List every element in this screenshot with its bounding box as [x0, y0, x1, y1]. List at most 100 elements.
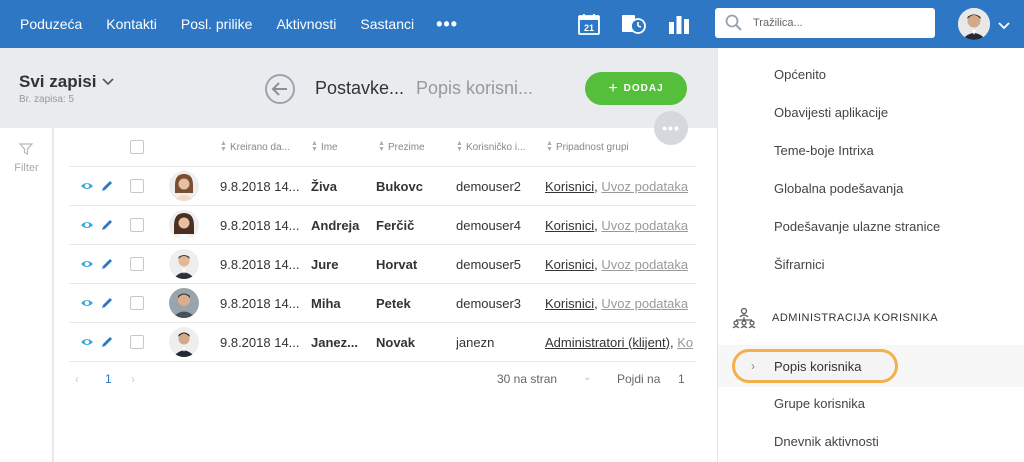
- next-page-button[interactable]: ›: [131, 372, 135, 386]
- add-button-label: DODAJ: [623, 83, 664, 94]
- nav-kontakti[interactable]: Kontakti: [94, 16, 169, 32]
- menu-item-themes[interactable]: Teme-boje Intrixa: [774, 143, 874, 158]
- group-link[interactable]: Korisnici: [545, 257, 594, 272]
- row-checkbox[interactable]: [130, 296, 144, 310]
- add-button[interactable]: + DODAJ: [585, 72, 687, 105]
- eye-icon[interactable]: [80, 179, 94, 193]
- user-avatar[interactable]: [958, 8, 990, 40]
- group-link[interactable]: Ko: [677, 335, 693, 350]
- menu-item-codebooks[interactable]: Šifrarnici: [774, 257, 825, 272]
- chevron-down-icon: [102, 78, 115, 86]
- header-last-name[interactable]: ▲ ▼ Prezime: [378, 128, 448, 166]
- pencil-icon[interactable]: [100, 179, 114, 193]
- menu-item-global-settings[interactable]: Globalna podešavanja: [774, 181, 903, 196]
- menu-item-notifications[interactable]: Obavijesti aplikacije: [774, 105, 888, 120]
- search-icon[interactable]: [725, 14, 743, 32]
- sort-icon: ▲ ▼: [378, 140, 385, 153]
- pencil-icon[interactable]: [100, 296, 114, 310]
- sort-icon: ▲ ▼: [311, 140, 318, 153]
- table-row[interactable]: 9.8.2018 14... Živa Bukovc demouser2 Kor…: [69, 167, 696, 206]
- eye-icon[interactable]: [80, 257, 94, 271]
- avatar: [169, 327, 199, 357]
- table-row[interactable]: 9.8.2018 14... Jure Horvat demouser5 Kor…: [69, 245, 696, 284]
- user-list: ▲ ▼ Kreirano da... ▲ ▼ Ime ▲ ▼ Prezime ▲ ▼ Koris…: [54, 128, 717, 462]
- menu-item-activity-log[interactable]: Dnevnik aktivnosti: [774, 434, 879, 449]
- prev-page-button[interactable]: ‹: [75, 372, 79, 386]
- nav-poduzeca[interactable]: Poduzeća: [8, 16, 94, 32]
- back-button[interactable]: [265, 74, 295, 104]
- settings-menu-panel: Općenito Obavijesti aplikacije Teme-boje…: [717, 48, 1024, 462]
- activity-clock-icon[interactable]: [621, 12, 646, 36]
- table-row[interactable]: 9.8.2018 14... Janez... Novak janezn Adm…: [69, 323, 696, 362]
- header-created[interactable]: ▲ ▼ Kreirano da...: [220, 128, 302, 166]
- group-link[interactable]: Uvoz podataka: [601, 218, 688, 233]
- goto-page-input[interactable]: 1: [678, 372, 685, 386]
- chevron-down-icon[interactable]: ⌄: [583, 372, 591, 383]
- pencil-icon[interactable]: [100, 218, 114, 232]
- page-number[interactable]: 1: [105, 372, 112, 386]
- cell-created: 9.8.2018 14...: [220, 217, 300, 233]
- pencil-icon[interactable]: [100, 335, 114, 349]
- cell-created: 9.8.2018 14...: [220, 256, 300, 272]
- group-link[interactable]: Uvoz podataka: [601, 257, 688, 272]
- section-title: ADMINISTRACIJA KORISNIKA: [772, 312, 939, 324]
- nav-more-button[interactable]: •••: [426, 14, 468, 35]
- top-navigation-bar: Poduzeća Kontakti Posl. prilike Aktivnos…: [0, 0, 1024, 48]
- header-username[interactable]: ▲ ▼ Korisničko i...: [456, 128, 536, 166]
- group-link[interactable]: Korisnici: [545, 296, 594, 311]
- row-checkbox[interactable]: [130, 257, 144, 271]
- pencil-icon[interactable]: [100, 257, 114, 271]
- filter-panel[interactable]: Filter: [0, 128, 53, 462]
- eye-icon[interactable]: [80, 218, 94, 232]
- chevron-down-icon[interactable]: [998, 18, 1010, 30]
- group-link[interactable]: Uvoz podataka: [601, 296, 688, 311]
- cell-first-name: Jure: [311, 256, 339, 272]
- header-first-name[interactable]: ▲ ▼ Ime: [311, 128, 371, 166]
- avatar: [169, 288, 199, 318]
- sort-icon: ▲ ▼: [456, 140, 463, 153]
- goto-label: Pojdi na: [617, 372, 661, 386]
- chevron-right-icon: ›: [751, 359, 755, 373]
- menu-item-opcenito[interactable]: Općenito: [774, 67, 826, 82]
- calendar-icon[interactable]: 21: [577, 12, 601, 36]
- group-link[interactable]: Korisnici: [545, 179, 594, 194]
- search-box: [715, 8, 935, 38]
- row-checkbox[interactable]: [130, 218, 144, 232]
- cell-first-name: Andreja: [311, 217, 360, 233]
- row-checkbox[interactable]: [130, 335, 144, 349]
- cell-group: Administratori (klijent), Ko: [545, 334, 694, 350]
- view-selector[interactable]: Svi zapisi: [19, 72, 115, 92]
- cell-username: demouser4: [456, 217, 522, 233]
- cell-group: Korisnici, Uvoz podataka: [545, 256, 689, 272]
- cell-created: 9.8.2018 14...: [220, 295, 300, 311]
- table-row[interactable]: 9.8.2018 14... Miha Petek demouser3 Kori…: [69, 284, 696, 323]
- select-all-checkbox[interactable]: [130, 140, 144, 154]
- cell-username: janezn: [456, 334, 495, 350]
- cell-username: demouser2: [456, 178, 522, 194]
- users-hierarchy-icon: [732, 307, 756, 329]
- more-options-button[interactable]: •••: [654, 111, 688, 145]
- grid-header: ▲ ▼ Kreirano da... ▲ ▼ Ime ▲ ▼ Prezime ▲ ▼ Koris…: [69, 128, 696, 167]
- group-link[interactable]: Uvoz podataka: [601, 179, 688, 194]
- cell-first-name: Miha: [311, 295, 341, 311]
- menu-item-landing-page[interactable]: Podešavanje ulazne stranice: [774, 219, 940, 234]
- calendar-day: 21: [584, 23, 594, 33]
- per-page-select[interactable]: 30 na stran: [497, 372, 557, 386]
- eye-icon[interactable]: [80, 296, 94, 310]
- table-row[interactable]: 9.8.2018 14... Andreja Ferčič demouser4 …: [69, 206, 696, 245]
- cell-last-name: Petek: [376, 295, 411, 311]
- row-checkbox[interactable]: [130, 179, 144, 193]
- cell-last-name: Novak: [376, 334, 416, 350]
- group-link[interactable]: Administratori (klijent): [545, 335, 670, 350]
- search-input[interactable]: [753, 14, 923, 32]
- avatar: [169, 249, 199, 279]
- menu-item-user-groups[interactable]: Grupe korisnika: [774, 396, 865, 411]
- nav-sastanci[interactable]: Sastanci: [348, 16, 426, 32]
- menu-item-user-list[interactable]: › Popis korisnika: [732, 349, 898, 383]
- nav-posl-prilike[interactable]: Posl. prilike: [169, 16, 265, 32]
- nav-aktivnosti[interactable]: Aktivnosti: [264, 16, 348, 32]
- group-link[interactable]: Korisnici: [545, 218, 594, 233]
- cell-username: demouser3: [456, 295, 522, 311]
- bar-chart-icon[interactable]: [667, 12, 691, 36]
- eye-icon[interactable]: [80, 335, 94, 349]
